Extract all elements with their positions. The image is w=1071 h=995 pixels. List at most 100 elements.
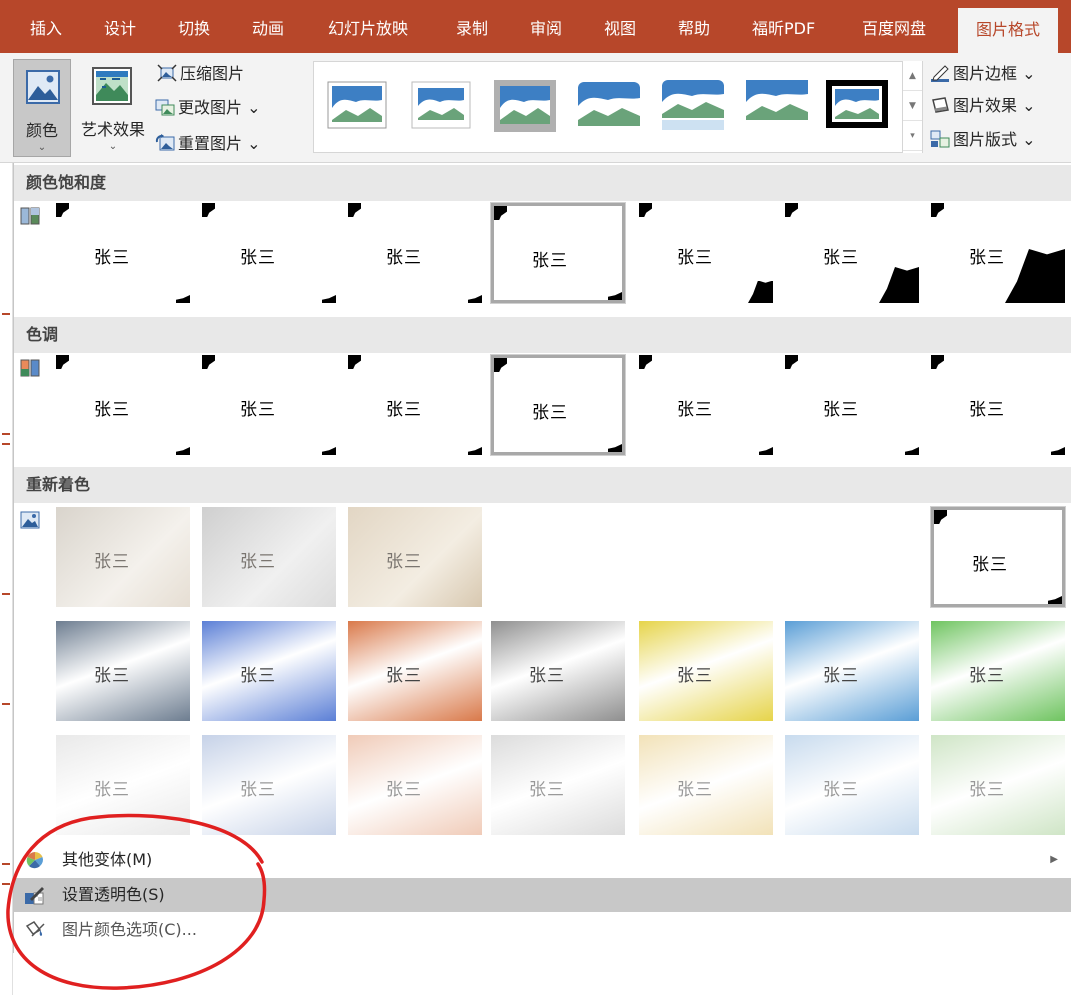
color-variant-thumb[interactable]: 张三 (931, 355, 1065, 455)
color-variant-thumb[interactable]: 张三 (639, 621, 773, 721)
signature-text: 张三 (94, 400, 130, 420)
ink-blot (468, 295, 482, 303)
picture-effects-button[interactable]: 图片效果 ⌄ (930, 91, 1036, 121)
picture-style-thumb[interactable] (662, 80, 724, 132)
color-variant-thumb[interactable]: 张三 (348, 507, 482, 607)
tab-baidu-netdisk[interactable]: 百度网盘 (862, 0, 926, 53)
picture-style-thumb[interactable] (494, 80, 556, 132)
recolor-icon (20, 511, 40, 529)
color-variant-thumb[interactable]: 张三 (491, 621, 625, 721)
picture-layout-button[interactable]: 图片版式 ⌄ (930, 125, 1036, 155)
tab-design[interactable]: 设计 (104, 0, 136, 53)
ink-blot (322, 447, 336, 455)
color-variant-thumb[interactable]: 张三 (931, 203, 1065, 303)
signature-text: 张三 (823, 248, 859, 268)
scroll-down-button[interactable]: ▼ (903, 91, 922, 121)
color-variant-thumb[interactable]: 张三 (56, 621, 190, 721)
color-variant-thumb[interactable]: 张三 (202, 507, 336, 607)
picture-style-thumb[interactable] (326, 80, 388, 132)
color-variant-thumb[interactable]: 张三 (930, 506, 1066, 608)
picture-styles-gallery (313, 61, 923, 153)
tab-animations[interactable]: 动画 (252, 0, 284, 53)
tab-transitions[interactable]: 切换 (178, 0, 210, 53)
color-variant-thumb[interactable]: 张三 (785, 203, 919, 303)
tab-view[interactable]: 视图 (604, 0, 636, 53)
picture-style-thumb[interactable] (410, 80, 472, 132)
ink-blot (202, 355, 215, 369)
color-button[interactable]: 颜色 ⌄ (13, 59, 71, 157)
picture-icon (26, 70, 60, 104)
signature-text: 张三 (532, 251, 568, 271)
ribbon-tab-bar: 插入 设计 切换 动画 幻灯片放映 录制 审阅 视图 帮助 福昕PDF 百度网盘… (0, 0, 1071, 53)
ribbon: 颜色 ⌄ 艺术效果 ⌄ 压缩图片 更改图片 ⌄ 重置图片 ⌄ ▲ ▼ ▾ 图片边… (0, 53, 1071, 163)
tab-review[interactable]: 审阅 (530, 0, 562, 53)
color-variant-thumb[interactable]: 张三 (639, 507, 773, 607)
section-header-recolor: 重新着色 (14, 467, 1071, 503)
color-variant-thumb[interactable]: 张三 (785, 507, 919, 607)
color-variant-thumb[interactable]: 张三 (785, 621, 919, 721)
color-variant-thumb[interactable]: 张三 (639, 203, 773, 303)
signature-text: 张三 (823, 666, 859, 686)
chevron-down-icon: ⌄ (108, 141, 118, 152)
tab-help[interactable]: 帮助 (678, 0, 710, 53)
color-variant-thumb[interactable]: 张三 (348, 355, 482, 455)
color-dropdown-panel: 颜色饱和度 色调 重新着色 其他变体(M) ▶ 设置透明色(S) 图片颜色选项(… (13, 163, 1071, 953)
tab-insert[interactable]: 插入 (30, 0, 62, 53)
signature-text: 张三 (94, 780, 130, 800)
color-variant-thumb[interactable]: 张三 (491, 507, 625, 607)
picture-border-button[interactable]: 图片边框 ⌄ (930, 59, 1036, 89)
more-variants-menu-item[interactable]: 其他变体(M) ▶ (14, 843, 1071, 877)
color-variant-thumb[interactable]: 张三 (202, 355, 336, 455)
scroll-up-button[interactable]: ▲ (903, 61, 922, 91)
signature-text: 张三 (240, 780, 276, 800)
picture-color-options-label: 图片颜色选项(C)... (62, 920, 197, 939)
gallery-more-button[interactable]: ▾ (903, 121, 922, 151)
color-variant-thumb[interactable]: 张三 (348, 621, 482, 721)
color-variant-thumb[interactable]: 张三 (639, 735, 773, 835)
color-variant-thumb[interactable]: 张三 (785, 355, 919, 455)
color-variant-thumb[interactable]: 张三 (56, 355, 190, 455)
signature-text: 张三 (94, 666, 130, 686)
picture-style-thumb[interactable] (826, 80, 888, 132)
color-variant-thumb[interactable]: 张三 (931, 735, 1065, 835)
picture-style-thumb[interactable] (578, 80, 640, 132)
ink-blot (56, 355, 69, 369)
ink-blot (176, 295, 190, 303)
color-variant-thumb[interactable]: 张三 (490, 354, 626, 456)
ink-blot (348, 355, 361, 369)
ink-blot (931, 355, 944, 369)
set-transparent-color-menu-item[interactable]: 设置透明色(S) (14, 878, 1071, 912)
color-variant-thumb[interactable]: 张三 (348, 203, 482, 303)
picture-style-thumb[interactable] (746, 80, 808, 132)
reset-picture-button[interactable]: 重置图片 ⌄ (155, 131, 261, 157)
ink-blot (785, 203, 798, 217)
ink-blot (322, 295, 336, 303)
change-picture-button[interactable]: 更改图片 ⌄ (155, 95, 261, 121)
tab-picture-format[interactable]: 图片格式 (958, 8, 1059, 53)
color-variant-thumb[interactable]: 张三 (931, 621, 1065, 721)
tab-foxit-pdf[interactable]: 福昕PDF (752, 0, 815, 53)
tab-record[interactable]: 录制 (456, 0, 488, 53)
color-variant-thumb[interactable]: 张三 (490, 202, 626, 304)
color-variant-thumb[interactable]: 张三 (56, 203, 190, 303)
paint-bucket-icon (25, 921, 45, 937)
color-variant-thumb[interactable]: 张三 (202, 621, 336, 721)
picture-color-options-menu-item[interactable]: 图片颜色选项(C)... (14, 913, 1071, 947)
color-variant-thumb[interactable]: 张三 (348, 735, 482, 835)
ink-blot (608, 444, 622, 452)
color-variant-thumb[interactable]: 张三 (491, 735, 625, 835)
artistic-effects-button[interactable]: 艺术效果 ⌄ (74, 59, 152, 157)
color-variant-thumb[interactable]: 张三 (56, 507, 190, 607)
color-variant-thumb[interactable]: 张三 (56, 735, 190, 835)
tab-slideshow[interactable]: 幻灯片放映 (328, 0, 408, 53)
compress-pictures-button[interactable]: 压缩图片 (157, 61, 244, 87)
section-header-tone: 色调 (14, 317, 1071, 353)
color-variant-thumb[interactable]: 张三 (202, 735, 336, 835)
color-variant-thumb[interactable]: 张三 (202, 203, 336, 303)
picture-border-label: 图片边框 ⌄ (953, 64, 1036, 83)
signature-text: 张三 (386, 552, 422, 572)
change-picture-icon (155, 99, 175, 116)
color-variant-thumb[interactable]: 张三 (785, 735, 919, 835)
color-variant-thumb[interactable]: 张三 (639, 355, 773, 455)
chevron-down-icon: ⌄ (37, 142, 47, 153)
